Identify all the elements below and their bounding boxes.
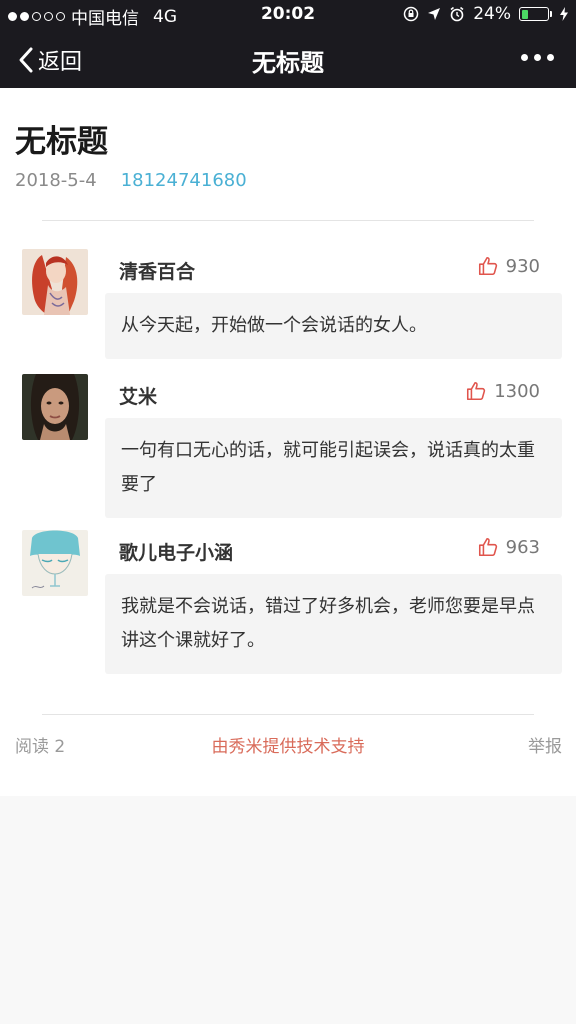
like-button[interactable]: 963	[477, 536, 540, 558]
like-count: 1300	[494, 380, 540, 402]
like-button[interactable]: 930	[477, 255, 540, 277]
avatar[interactable]	[22, 530, 88, 596]
location-icon	[428, 8, 441, 20]
divider	[42, 714, 534, 715]
comment-text: 从今天起，开始做一个会说话的女人。	[105, 293, 562, 359]
avatar[interactable]	[22, 249, 88, 315]
chevron-left-icon	[19, 47, 33, 73]
like-button[interactable]: 1300	[465, 380, 540, 402]
like-count: 930	[505, 255, 540, 277]
more-icon-dot	[547, 54, 554, 61]
article-date: 2018-5-4	[15, 170, 97, 191]
avatar[interactable]	[22, 374, 88, 440]
commenter-name: 歌儿电子小涵	[119, 542, 234, 564]
charging-icon	[560, 7, 568, 21]
nav-title: 无标题	[252, 49, 324, 77]
report-link[interactable]: 举报	[528, 732, 562, 757]
article-content: 无标题 2018-5-4 18124741680 清香百合 930 从今天起，开…	[0, 88, 576, 796]
rotation-lock-icon	[403, 6, 419, 22]
divider	[42, 220, 534, 221]
navigation-bar: 返回 无标题	[0, 30, 576, 88]
status-bar-right: 24%	[403, 4, 568, 24]
comment-text: 我就是不会说话，错过了好多机会，老师您要是早点讲这个课就好了。	[105, 574, 562, 674]
status-bar: 中国电信 4G 20:02 24%	[0, 0, 576, 30]
author-link[interactable]: 18124741680	[121, 170, 247, 191]
battery-icon	[519, 7, 552, 21]
back-button[interactable]: 返回	[18, 44, 82, 76]
commenter-name: 清香百合	[119, 261, 196, 283]
article-title: 无标题	[15, 124, 108, 160]
more-icon-dot	[521, 54, 528, 61]
like-count: 963	[505, 536, 540, 558]
back-label: 返回	[38, 50, 83, 75]
alarm-icon	[450, 6, 464, 22]
tech-support-link[interactable]: 由秀米提供技术支持	[0, 732, 576, 757]
article-footer: 阅读 2 由秀米提供技术支持 举报	[0, 732, 576, 772]
more-icon-dot	[534, 54, 541, 61]
article-meta: 2018-5-4 18124741680	[15, 170, 247, 191]
thumbs-up-icon	[467, 381, 486, 401]
more-options-button[interactable]	[521, 54, 554, 61]
battery-percent: 24%	[473, 4, 511, 24]
comment-text: 一句有口无心的话，就可能引起误会，说话真的太重要了	[105, 418, 562, 518]
thumbs-up-icon	[478, 537, 497, 557]
commenter-name: 艾米	[119, 386, 158, 408]
thumbs-up-icon	[478, 256, 497, 276]
